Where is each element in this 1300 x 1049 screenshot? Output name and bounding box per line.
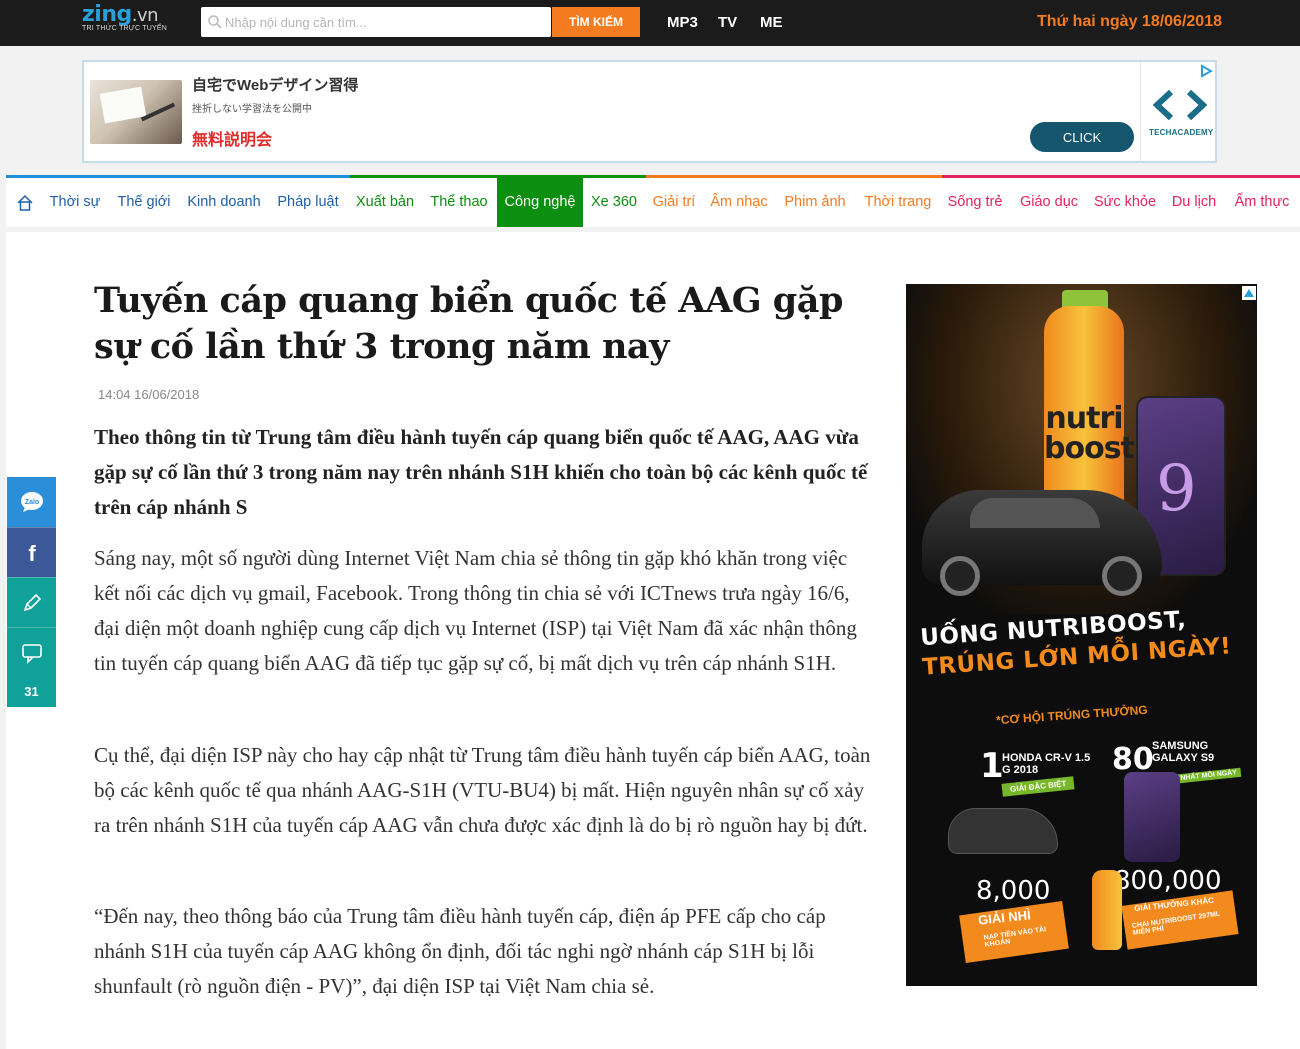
prize2-text: SAMSUNG GALAXY S9 (1152, 740, 1215, 764)
article-paragraph: Sáng nay, một số người dùng Internet Việ… (94, 546, 857, 675)
ad-car-wheel (1102, 556, 1142, 596)
nav-item-du-lich[interactable]: Du lịch (1166, 178, 1222, 227)
banner-ad-click-button[interactable]: CLICK (1030, 122, 1134, 152)
side-ad[interactable]: nutri boost 9 UỐNG NUTRIBOOST, TRÚNG LỚN… (906, 284, 1257, 986)
nav-item-thoi-su[interactable]: Thời sự (44, 178, 106, 227)
banner-ad-highlight: 無料説明会 (192, 132, 273, 149)
tv-link[interactable]: TV (718, 14, 737, 31)
article-paragraph: Cụ thể, đại diện ISP này cho hay cập nhậ… (94, 743, 871, 837)
ad-info-icon[interactable] (1242, 286, 1256, 300)
category-nav: Thời sự Thế giới Kinh doanh Pháp luật Xu… (6, 175, 1300, 227)
nav-item-phim-anh[interactable]: Phim ảnh (778, 178, 852, 227)
nav-item-kinh-doanh[interactable]: Kinh doanh (182, 178, 266, 227)
prize1-number: 1 (980, 746, 1004, 786)
search-button[interactable]: TÌM KIẾM (552, 7, 640, 37)
facebook-icon: f (28, 541, 36, 566)
share-bar: Zalo f 31 (7, 477, 56, 707)
home-icon[interactable] (16, 194, 34, 212)
zalo-share-button[interactable]: Zalo (7, 477, 56, 527)
logo-wordmark: zing.vn (82, 2, 159, 27)
article-timestamp: 14:04 16/06/2018 (98, 387, 200, 402)
banner-ad[interactable]: 自宅でWebデザイン習得 挫折しない学習法を公開中 無料説明会 CLICK TE… (82, 60, 1217, 163)
prize1-car (948, 808, 1058, 854)
logo-tagline: TRI THỨC TRỰC TUYẾN (82, 25, 167, 32)
prize3-number: 8,000 (976, 876, 1051, 906)
current-date: Thứ hai ngày 18/06/2018 (1036, 13, 1222, 30)
mp3-link[interactable]: MP3 (667, 14, 698, 31)
svg-text:f: f (28, 541, 36, 566)
nav-item-giao-duc[interactable]: Giáo dục (1014, 178, 1084, 227)
article-sapo: Theo thông tin từ Trung tâm điều hành tu… (94, 425, 868, 519)
nav-item-phap-luat[interactable]: Pháp luật (272, 178, 344, 227)
banner-ad-title: 自宅でWebデザイン習得 (192, 77, 359, 94)
comment-button[interactable] (7, 627, 56, 677)
top-bar: zing.vn TRI THỨC TRỰC TUYẾN TÌM KIẾM MP3… (0, 0, 1300, 46)
edit-button[interactable] (7, 577, 56, 627)
me-link[interactable]: ME (760, 14, 783, 31)
banner-ad-photo (90, 80, 182, 144)
pencil-icon (23, 593, 42, 612)
prize4-bottle (1092, 870, 1122, 950)
comment-count[interactable]: 31 (7, 677, 56, 707)
prize1-tag: GIẢI ĐẶC BIỆT (1001, 776, 1075, 797)
nav-item-am-thuc[interactable]: Ẩm thực (1228, 178, 1296, 227)
nav-item-giai-tri[interactable]: Giải trí (648, 178, 700, 227)
ad-phone-number: 9 (1156, 452, 1197, 526)
nav-item-the-gioi[interactable]: Thế giới (112, 178, 176, 227)
article-paragraph: “Đến nay, theo thông báo của Trung tâm đ… (94, 904, 826, 998)
ad-chance-text: *CƠ HỘI TRÚNG THƯỞNG (995, 702, 1149, 728)
article-title: Tuyến cáp quang biển quốc tế AAG gặp sự … (94, 280, 843, 367)
site-logo[interactable]: zing.vn TRI THỨC TRỰC TUYẾN (82, 2, 192, 42)
nav-item-cong-nghe[interactable]: Công nghệ (497, 178, 583, 227)
nav-item-am-nhac[interactable]: Âm nhạc (706, 178, 772, 227)
search-input[interactable] (201, 7, 551, 37)
zalo-icon: Zalo (21, 492, 43, 512)
prize2-phone (1124, 772, 1180, 862)
ad-bottle-label: nutri boost (1044, 401, 1135, 466)
nav-item-thoi-trang[interactable]: Thời trang (858, 178, 938, 227)
prize1-text: HONDA CR-V 1.5 G 2018 (1002, 752, 1091, 776)
ad-car-wheel (940, 556, 980, 596)
nav-item-song-tre[interactable]: Sống trẻ (942, 178, 1008, 227)
comment-icon (22, 644, 42, 664)
search-icon (208, 15, 222, 29)
prize4-number: 800,000 (1114, 866, 1222, 896)
nav-item-xuat-ban[interactable]: Xuất bản (350, 178, 420, 227)
svg-text:Zalo: Zalo (25, 499, 39, 506)
nav-item-xe-360[interactable]: Xe 360 (586, 178, 642, 227)
facebook-share-button[interactable]: f (7, 527, 56, 577)
nav-item-the-thao[interactable]: Thể thao (426, 178, 492, 227)
ad-car-window (970, 498, 1100, 528)
nav-item-suc-khoe[interactable]: Sức khỏe (1088, 178, 1162, 227)
techacademy-logo-icon (1153, 89, 1207, 121)
adchoices-icon[interactable] (1199, 64, 1213, 78)
banner-ad-subtitle: 挫折しない学習法を公開中 (192, 104, 312, 115)
